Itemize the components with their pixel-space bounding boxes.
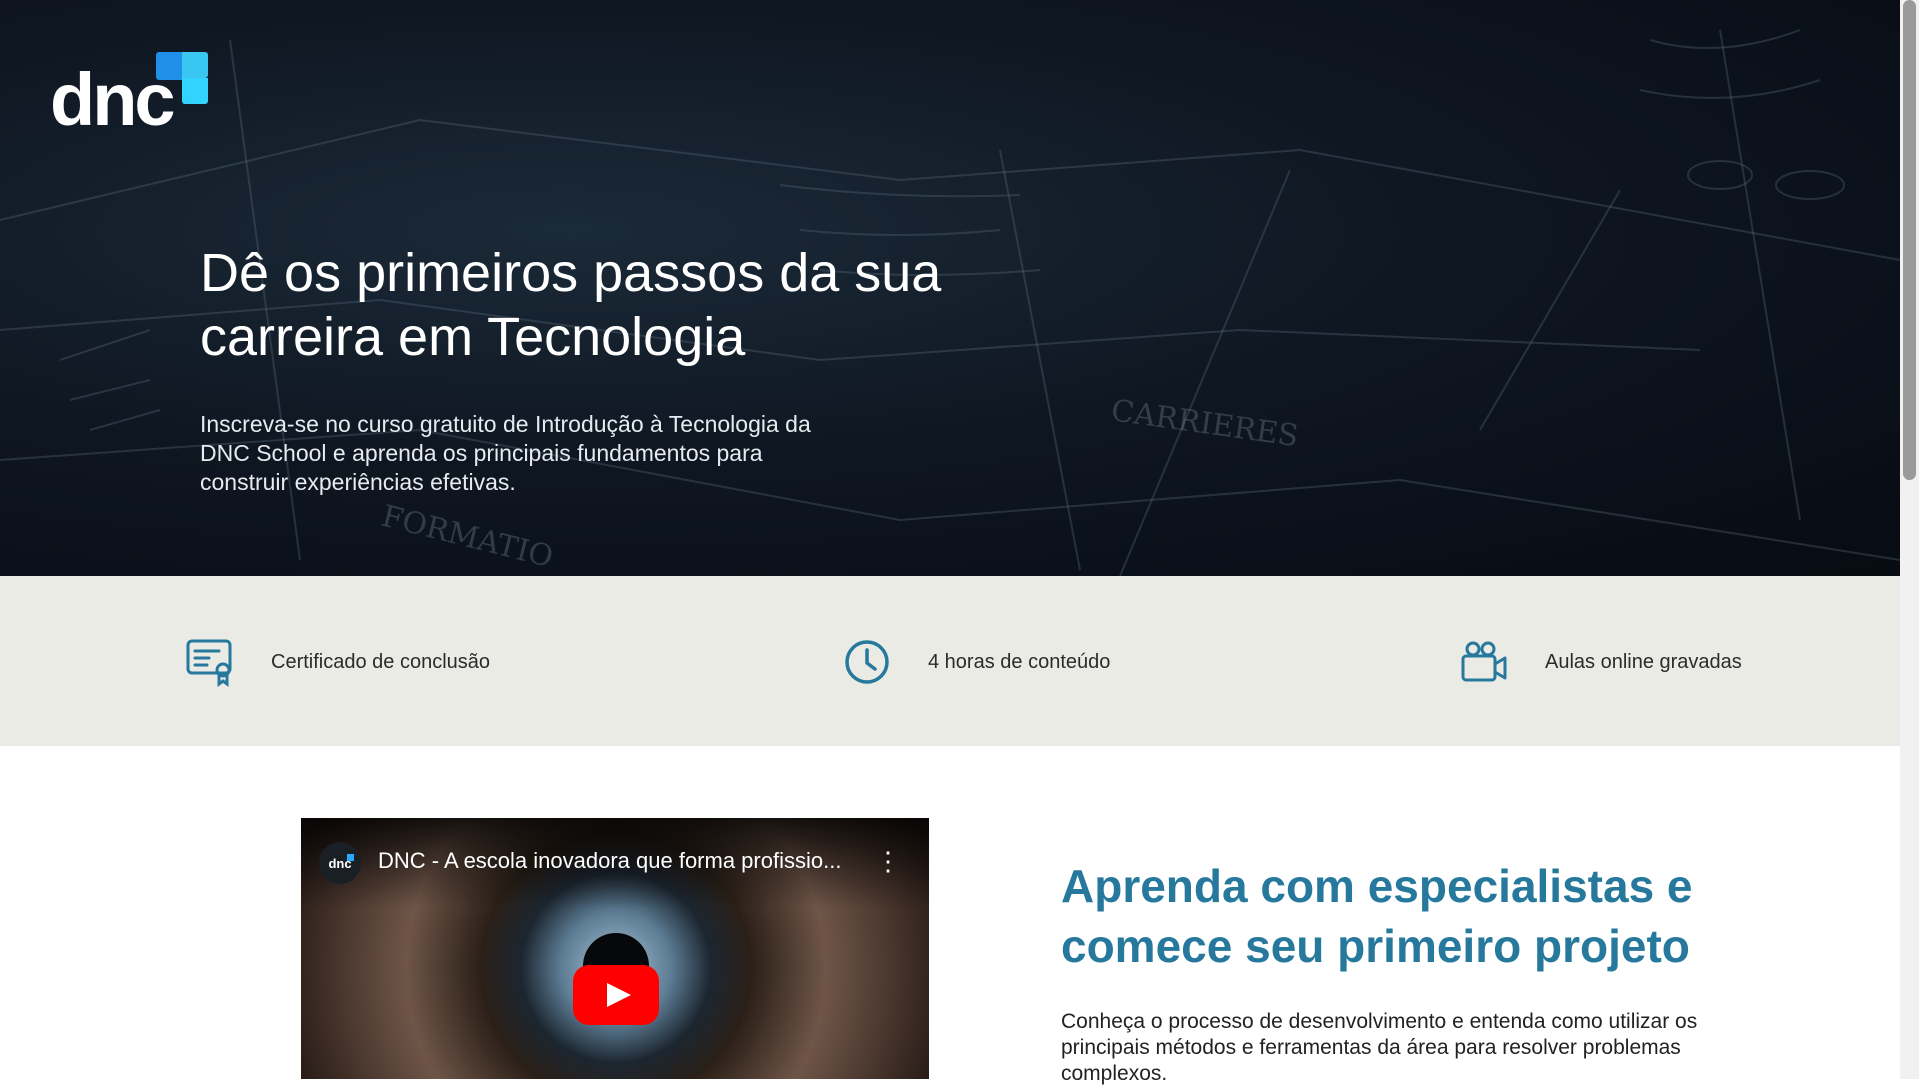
logo-square-icon <box>156 52 184 80</box>
features-bar: Certificado de conclusão 4 horas de cont… <box>0 576 1900 746</box>
hero-title: Dê os primeiros passos da sua carreira e… <box>200 243 942 368</box>
feature-label: Certificado de conclusão <box>271 650 491 673</box>
hero-banner: CARRIERES FORMATIO dnc Dê os primeiros p… <box>0 0 1900 576</box>
dnc-logo[interactable]: dnc <box>50 50 210 137</box>
logo-square-icon <box>182 52 208 78</box>
svg-text:CARRIERES: CARRIERES <box>1109 393 1301 454</box>
feature-recorded-classes: Aulas online gravadas <box>1459 632 1742 692</box>
section-description: Conheça o processo de desenvolvimento e … <box>1061 1010 1698 1085</box>
feature-duration: 4 horas de conteúdo <box>842 632 1110 692</box>
feature-label: Aulas online gravadas <box>1545 650 1742 673</box>
svg-text:FORMATIO: FORMATIO <box>378 499 556 575</box>
page-scrollbar[interactable] <box>1900 0 1919 1079</box>
channel-avatar[interactable]: dnc <box>319 842 361 884</box>
video-title[interactable]: DNC - A escola inovadora que forma profi… <box>378 848 858 874</box>
play-icon[interactable] <box>573 965 659 1025</box>
logo-square-icon <box>182 78 208 104</box>
feature-certificate: Certificado de conclusão <box>185 632 490 692</box>
feature-label: 4 horas de conteúdo <box>928 650 1111 673</box>
scrollbar-thumb[interactable] <box>1903 0 1916 480</box>
hero-subtitle: Inscreva-se no curso gratuito de Introdu… <box>200 411 811 495</box>
more-vertical-icon[interactable]: ⋮ <box>875 846 901 876</box>
logo-text: dnc <box>50 58 176 141</box>
clock-icon <box>845 640 889 684</box>
video-camera-icon <box>1461 641 1507 682</box>
youtube-video-player[interactable]: dnc DNC - A escola inovadora que forma p… <box>301 818 929 1079</box>
certificate-icon <box>186 639 232 687</box>
section-title: Aprenda com especialistas e comece seu p… <box>1061 860 1693 973</box>
